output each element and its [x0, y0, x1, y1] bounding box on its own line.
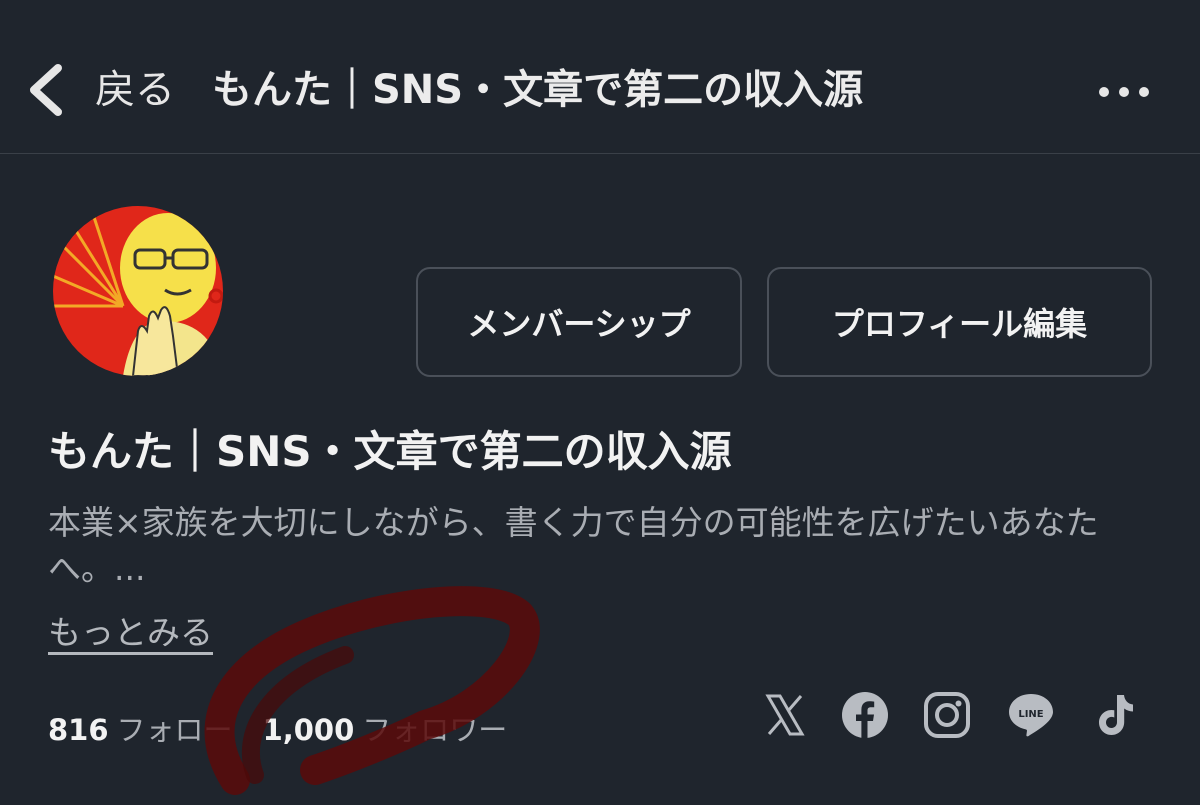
followers-label: フォロワー: [362, 713, 508, 747]
avatar-illustration: [53, 206, 223, 376]
followers-stat[interactable]: 1,000 フォロワー: [263, 707, 508, 749]
profile-name: もんた｜SNS・文章で第二の収入源: [48, 427, 732, 476]
avatar[interactable]: [53, 206, 223, 376]
line-icon-text: LINE: [1018, 709, 1043, 720]
chevron-left-icon[interactable]: [22, 60, 70, 120]
followers-count: 1,000: [262, 713, 355, 747]
more-horizontal-icon[interactable]: [1092, 74, 1156, 110]
tiktok-icon[interactable]: [1090, 690, 1140, 740]
top-bar: 戻る もんた｜SNS・文章で第二の収入源: [0, 0, 1200, 154]
follow-stats: 816 フォロー 1,000 フォロワー: [48, 705, 507, 751]
show-more-link[interactable]: もっとみる: [48, 610, 213, 656]
edit-profile-button[interactable]: プロフィール編集: [767, 267, 1152, 377]
membership-button[interactable]: メンバーシップ: [416, 267, 742, 377]
page-title: もんた｜SNS・文章で第二の収入源: [212, 67, 864, 113]
following-count: 816: [48, 713, 109, 747]
x-icon[interactable]: [760, 690, 810, 740]
following-label: フォロー: [116, 713, 233, 747]
following-stat[interactable]: 816 フォロー: [48, 707, 233, 749]
profile-bio: 本業×家族を大切にしながら、書く力で自分の可能性を広げたいあなたへ。...: [48, 503, 1099, 588]
facebook-icon[interactable]: [840, 690, 890, 740]
back-button[interactable]: 戻る: [95, 60, 175, 120]
line-icon[interactable]: LINE: [1006, 690, 1056, 740]
scribble-annotation: [204, 586, 540, 795]
instagram-icon[interactable]: [922, 690, 972, 740]
